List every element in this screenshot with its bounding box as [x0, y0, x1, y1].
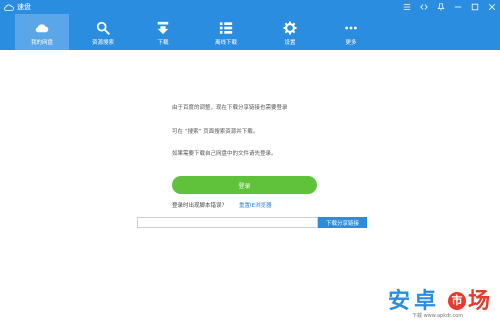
menu-lines-icon	[403, 4, 410, 10]
title-bar: 速盘	[0, 0, 500, 14]
maximize-button[interactable]	[466, 0, 483, 14]
nav-label: 我的网盘	[30, 40, 53, 46]
reset-ie-link[interactable]: 重置IE浏览器	[239, 201, 272, 209]
watermark-char: 市	[448, 292, 466, 310]
close-icon	[488, 3, 495, 11]
more-icon	[345, 26, 357, 30]
cloud-logo-icon	[4, 4, 14, 11]
gear-icon	[283, 21, 297, 35]
nav-more[interactable]: 更多	[323, 14, 379, 50]
minimize-button[interactable]	[449, 0, 466, 14]
nav-label: 更多	[345, 40, 357, 46]
top-bar: 速盘 我的网盘 资源搜索 下载 离线下载 设置 更多	[0, 0, 500, 50]
login-issue-text: 登录时出现脚本错误？	[172, 203, 228, 209]
watermark-char: 安	[388, 289, 411, 314]
nav-offline-download[interactable]: 离线下载	[195, 14, 257, 50]
code-link-icon	[419, 4, 428, 10]
nav-my-disk[interactable]: 我的网盘	[15, 14, 69, 50]
nav-settings[interactable]: 设置	[259, 14, 321, 50]
nav-label: 设置	[284, 40, 296, 46]
main-nav: 我的网盘 资源搜索 下载 离线下载 设置 更多	[15, 14, 381, 50]
nav-label: 资源搜索	[91, 40, 114, 46]
window-controls	[398, 0, 500, 14]
minimize-icon	[454, 6, 461, 8]
nav-download[interactable]: 下载	[133, 14, 193, 50]
share-link-input[interactable]	[137, 217, 318, 228]
maximize-icon	[471, 3, 478, 11]
cloud-icon	[35, 24, 49, 33]
app-title-text: 速盘	[17, 3, 31, 11]
watermark-url: 下载 www.apkdr.com	[412, 313, 464, 319]
login-button[interactable]: 登录	[172, 176, 317, 194]
nav-label: 下载	[157, 40, 169, 46]
watermark-char: 场	[468, 289, 491, 314]
app-title: 速盘	[4, 1, 31, 13]
download-share-link-button[interactable]: 下载分享链接	[318, 217, 367, 228]
search-icon	[96, 21, 110, 35]
nav-label: 离线下载	[214, 40, 237, 46]
login-notice-line-2: 可在 “搜索” 页面搜索资源并下载。	[172, 129, 259, 135]
download-icon	[157, 21, 169, 35]
link-button[interactable]	[415, 0, 432, 14]
nav-resource-search[interactable]: 资源搜索	[75, 14, 131, 50]
pin-icon	[436, 3, 445, 11]
pin-button[interactable]	[432, 0, 449, 14]
menu-button[interactable]	[398, 0, 415, 14]
close-button[interactable]	[483, 0, 500, 14]
watermark-logo: 安 卓 市 场 下载 www.apkdr.com	[388, 290, 498, 320]
login-notice-line-1: 由于百度的调整，现在下载分享链接也需要登录	[172, 105, 288, 111]
login-notice-line-3: 如果需要下载自己网盘中的文件请先登录。	[172, 151, 277, 157]
list-icon	[219, 22, 233, 34]
watermark-char: 卓	[414, 289, 437, 314]
